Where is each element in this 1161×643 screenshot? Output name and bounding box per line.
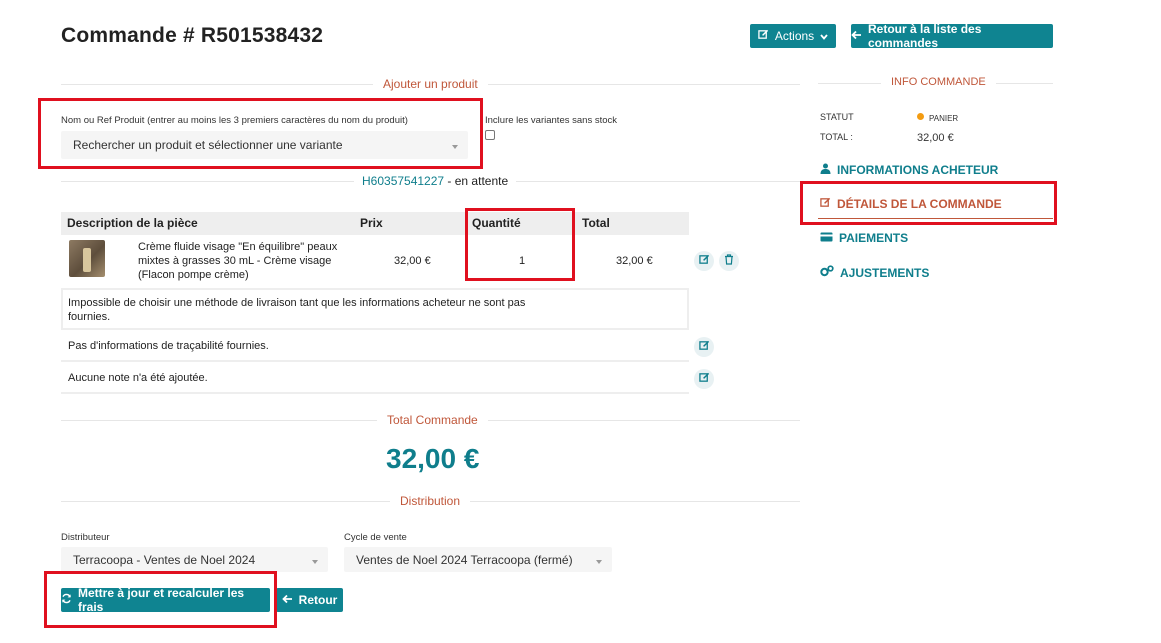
sidebar-item-label: Paiements	[839, 231, 909, 245]
shipment-status: - en attente	[447, 174, 509, 188]
col-description: Description de la pièce	[67, 216, 198, 230]
arrow-left-icon	[281, 593, 293, 607]
shipment-number-link[interactable]: H60357541227	[362, 174, 444, 188]
total-label: TOTAL :	[820, 132, 853, 142]
status-badge: PANIER	[929, 114, 959, 123]
include-variants-label: Inclure les variantes sans stock	[485, 115, 618, 126]
credit-card-icon	[820, 231, 833, 245]
active-underline	[818, 218, 1053, 219]
status-dot	[917, 113, 924, 120]
col-total: Total	[582, 216, 610, 230]
item-total: 32,00 €	[616, 255, 653, 267]
edit-item-button[interactable]	[694, 251, 714, 271]
order-total-title: Total Commande	[377, 413, 488, 427]
back-label: Retour	[298, 593, 338, 607]
traceability-text: Pas d'informations de traçabilité fourni…	[68, 340, 269, 352]
col-price: Prix	[360, 216, 383, 230]
sidebar-item-order-details[interactable]: Détails de la commande	[820, 197, 1002, 211]
trash-icon	[724, 254, 734, 268]
edit-traceability-button[interactable]	[694, 337, 714, 357]
col-quantity: Quantité	[472, 216, 521, 230]
chevron-down-icon	[820, 29, 828, 43]
distributor-value: Terracoopa - Ventes de Noel 2024	[73, 552, 256, 567]
note-row: Aucune note n'a été ajoutée.	[61, 364, 689, 394]
product-thumbnail	[69, 240, 105, 277]
actions-button[interactable]: Actions	[750, 24, 836, 48]
edit-icon	[698, 254, 710, 268]
traceability-row: Pas d'informations de traçabilité fourni…	[61, 332, 689, 362]
shipment-heading: H60357541227 - en attente	[354, 174, 517, 188]
edit-note-button[interactable]	[694, 369, 714, 389]
shipping-notice: Impossible de choisir une méthode de liv…	[61, 288, 689, 330]
sidebar-item-label: Ajustements	[840, 265, 930, 280]
edit-icon	[698, 340, 710, 354]
edit-icon	[698, 372, 710, 386]
edit-icon	[820, 197, 831, 211]
delete-item-button[interactable]	[719, 251, 739, 271]
cogs-icon	[820, 265, 834, 280]
include-variants-checkbox[interactable]	[485, 130, 495, 140]
product-search-label: Nom ou Ref Produit (entrer au moins les …	[61, 115, 408, 126]
info-commande-title: INFO COMMANDE	[881, 76, 996, 88]
update-recalculate-button[interactable]: Mettre à jour et recalculer les frais	[61, 586, 270, 614]
distribution-title: Distribution	[390, 494, 471, 508]
sidebar-item-buyer-info[interactable]: Informations acheteur	[820, 163, 998, 177]
edit-icon	[758, 29, 769, 43]
item-description: Crème fluide visage "En équilibre" peaux…	[138, 241, 338, 281]
status-label: STATUT	[820, 112, 854, 122]
page-title: Commande # R501538432	[61, 24, 324, 47]
refresh-icon	[61, 593, 72, 607]
caret-down-icon	[596, 559, 602, 564]
back-to-list-button[interactable]: Retour à la liste des commandes	[851, 22, 1053, 50]
distributor-label: Distributeur	[61, 532, 110, 543]
caret-down-icon	[312, 559, 318, 564]
sidebar-item-payments[interactable]: Paiements	[820, 231, 908, 245]
shipping-notice-text: Impossible de choisir une méthode de liv…	[68, 297, 526, 323]
arrow-left-icon	[851, 29, 862, 43]
note-text: Aucune note n'a été ajoutée.	[68, 372, 208, 384]
sidebar-item-label: Informations acheteur	[837, 163, 999, 177]
caret-down-icon	[452, 145, 458, 149]
add-product-title: Ajouter un produit	[373, 77, 488, 91]
update-recalculate-label: Mettre à jour et recalculer les frais	[78, 586, 245, 614]
sidebar-item-adjustments[interactable]: Ajustements	[820, 265, 929, 280]
distributor-select[interactable]: Terracoopa - Ventes de Noel 2024	[61, 547, 328, 572]
order-total-value: 32,00 €	[386, 443, 480, 474]
back-button[interactable]: Retour	[276, 588, 343, 612]
item-price: 32,00 €	[394, 255, 431, 267]
cycle-value: Ventes de Noel 2024 Terracoopa (fermé)	[356, 552, 573, 567]
sidebar-item-label: Détails de la commande	[837, 197, 1002, 211]
back-to-list-label: Retour à la liste des commandes	[868, 22, 982, 50]
cycle-label: Cycle de vente	[344, 532, 407, 543]
product-search-placeholder: Rechercher un produit et sélectionner un…	[73, 138, 343, 152]
product-search-select[interactable]: Rechercher un produit et sélectionner un…	[61, 131, 468, 159]
actions-label: Actions	[774, 29, 815, 43]
total-value: 32,00 €	[917, 132, 954, 144]
item-quantity[interactable]: 1	[519, 255, 525, 267]
cycle-select[interactable]: Ventes de Noel 2024 Terracoopa (fermé)	[344, 547, 612, 572]
user-icon	[820, 163, 831, 177]
